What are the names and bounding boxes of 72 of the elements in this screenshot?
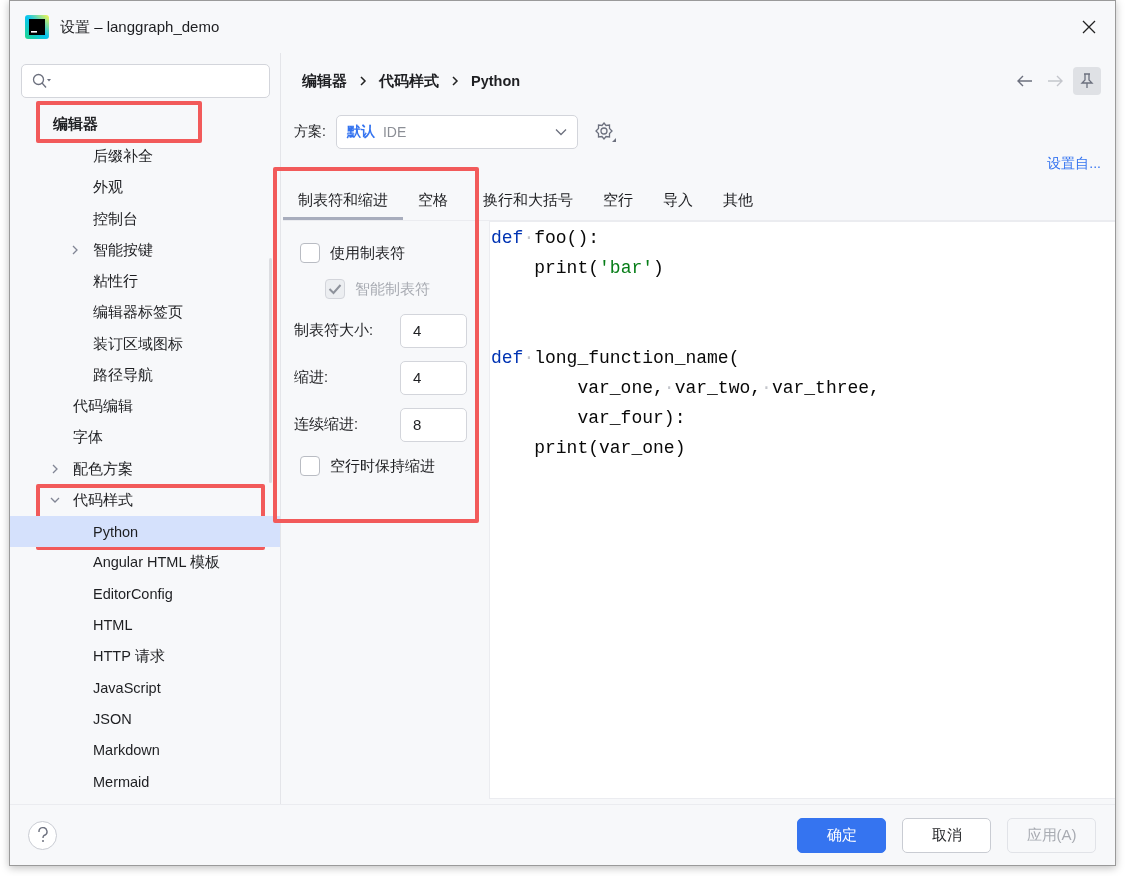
code-line: var_four): <box>576 408 686 428</box>
scheme-dropdown[interactable]: 默认 IDE <box>335 115 578 149</box>
number-field[interactable]: 4 <box>400 313 467 348</box>
chevron-right-icon[interactable] <box>50 464 60 475</box>
tree-item[interactable]: 粘性行 <box>10 266 266 298</box>
tree-item[interactable]: 配色方案 <box>10 453 266 485</box>
checkbox[interactable] <box>300 243 320 263</box>
checkmark-icon <box>328 283 342 295</box>
number-field[interactable]: 4 <box>400 360 467 395</box>
tree-item[interactable]: 装订区域图标 <box>10 328 266 360</box>
tab[interactable]: 换行和大括号 <box>463 184 588 220</box>
chevron-right-icon <box>359 76 367 86</box>
arrow-left-icon <box>1016 74 1034 88</box>
tree-item[interactable]: JavaScript <box>10 672 266 704</box>
breadcrumb-item[interactable]: Python <box>471 73 521 89</box>
tree-item[interactable]: 外观 <box>10 172 266 204</box>
checkbox-label: 空行时保持缩进 <box>330 456 435 476</box>
field-label: 制表符大小: <box>294 321 375 340</box>
question-mark-icon <box>36 827 49 843</box>
tree-item[interactable]: HTML <box>10 609 266 641</box>
code-line: print('bar') <box>533 258 664 278</box>
tree-item[interactable]: 代码编辑 <box>10 391 266 423</box>
chevron-right-icon[interactable] <box>70 245 80 256</box>
search-field[interactable] <box>21 64 270 98</box>
pin-icon <box>1080 73 1094 89</box>
field-label: 缩进: <box>294 368 330 387</box>
tab[interactable]: 空格 <box>403 184 463 220</box>
tree-item[interactable]: Angular HTML 模板 <box>10 547 266 579</box>
section-header: 编辑器 <box>53 115 98 134</box>
tree-item[interactable]: 字体 <box>10 422 266 454</box>
checkbox-label: 智能制表符 <box>355 279 430 299</box>
breadcrumb-item[interactable]: 代码样式 <box>379 71 439 91</box>
code-line: var_one,·var_two,·var_three, <box>576 378 880 398</box>
settings-icon[interactable] <box>593 121 618 143</box>
search-icon <box>32 73 52 89</box>
checkbox[interactable] <box>300 456 320 476</box>
tab[interactable]: 空行 <box>588 184 648 220</box>
scrollbar[interactable] <box>269 258 272 483</box>
tree-item[interactable]: JSON <box>10 703 266 735</box>
chevron-down-icon <box>554 128 567 136</box>
number-field[interactable]: 8 <box>400 407 467 442</box>
tree-item[interactable]: Markdown <box>10 734 266 766</box>
tree-item[interactable]: HTTP 请求 <box>10 641 266 673</box>
arrow-right-icon <box>1046 74 1064 88</box>
tree-item[interactable]: 编辑器标签页 <box>10 297 266 329</box>
checkbox-label: 使用制表符 <box>330 243 405 263</box>
tab[interactable]: 导入 <box>648 184 708 220</box>
pin-button[interactable] <box>1073 67 1101 95</box>
tree-item[interactable]: 后缀补全 <box>10 141 266 173</box>
window-title: 设置 – langgraph_demo <box>60 17 221 37</box>
dialog-button[interactable]: 取消 <box>902 817 991 853</box>
code-line: def·long_function_name( <box>491 348 740 368</box>
tree-item[interactable]: Python <box>10 516 280 548</box>
code-line: def·foo(): <box>491 228 600 248</box>
field-label: 连续缩进: <box>294 415 360 434</box>
tree-item[interactable]: EditorConfig <box>10 578 266 610</box>
tab[interactable]: 其他 <box>708 184 768 220</box>
breadcrumb-item[interactable]: 编辑器 <box>302 71 347 91</box>
chevron-right-icon <box>451 76 459 86</box>
tree-item[interactable]: Mermaid <box>10 766 266 798</box>
close-icon <box>1082 20 1096 34</box>
help-button[interactable] <box>28 820 57 850</box>
app-logo-icon <box>25 15 49 39</box>
tree-item[interactable]: 路径导航 <box>10 359 266 391</box>
set-from-link[interactable]: 设置自... <box>1047 155 1101 173</box>
tree-item[interactable]: 智能按键 <box>10 234 266 266</box>
scheme-label: 方案: <box>294 123 326 141</box>
tree-item[interactable]: 控制台 <box>10 203 266 235</box>
code-line: print(var_one) <box>533 438 686 458</box>
tree-item[interactable]: 代码样式 <box>10 484 266 516</box>
dialog-button[interactable]: 确定 <box>797 817 886 853</box>
tab[interactable]: 制表符和缩进 <box>283 184 403 220</box>
